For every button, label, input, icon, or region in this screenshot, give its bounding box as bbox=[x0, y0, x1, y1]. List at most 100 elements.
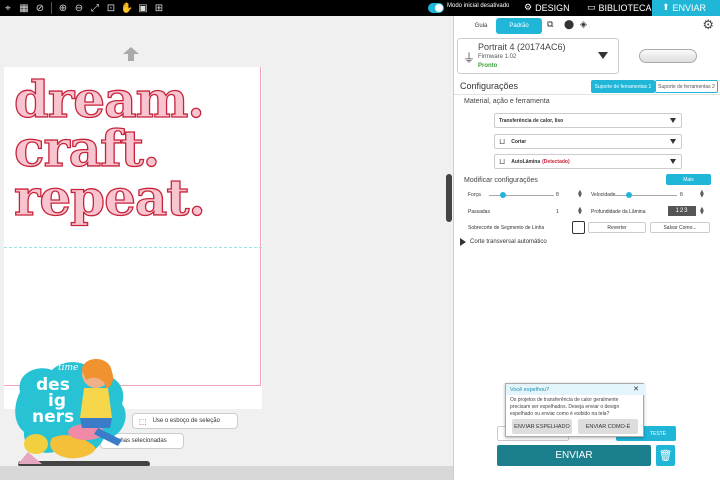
design-text-repeat[interactable]: repeat. bbox=[13, 172, 206, 223]
tool-icons: ⌖ ▦ ⊘ ⊕ ⊖ ⤢ ⊡ ✋ ▣ ⊞ bbox=[0, 0, 167, 16]
cut-by-layer-icon[interactable]: ◈ bbox=[580, 20, 587, 30]
material-value: Transferência de calor, liso bbox=[499, 117, 564, 124]
force-label: Força bbox=[468, 192, 481, 198]
cut-by-fill-icon[interactable]: ⬤ bbox=[564, 20, 574, 30]
material-heading: Material, ação e ferramenta bbox=[464, 98, 550, 105]
passes-label: Passadas bbox=[468, 209, 490, 215]
send-as-is-button[interactable]: ENVIAR COMO-É bbox=[578, 419, 638, 434]
logo-text-ners: ners bbox=[32, 407, 74, 427]
tool-dropdown[interactable]: ⊔ AutoLâmina (Detectado) bbox=[494, 154, 682, 169]
mirror-dialog-title: Você espelhou? bbox=[510, 387, 550, 393]
config-title: Configurações bbox=[460, 81, 519, 91]
design-text-dream[interactable]: dream. bbox=[13, 74, 205, 125]
device-name: Portrait 4 (20174AC6) bbox=[478, 42, 566, 52]
send-button[interactable]: ENVIAR bbox=[497, 445, 651, 466]
cut-border-right bbox=[260, 67, 261, 385]
chevron-down-icon bbox=[670, 159, 676, 164]
more-button[interactable]: Mais bbox=[666, 174, 711, 185]
material-dropdown[interactable]: Transferência de calor, liso bbox=[494, 113, 682, 128]
fit-page-icon[interactable]: ▣ bbox=[135, 0, 151, 16]
pan-hand-icon[interactable]: ✋ bbox=[119, 0, 135, 16]
save-as-button[interactable]: Salvar Como... bbox=[650, 222, 710, 233]
action-value: Cortar bbox=[511, 138, 527, 145]
speed-slider[interactable] bbox=[614, 195, 677, 196]
send-icon: ⬆ bbox=[662, 3, 670, 13]
cross-cut-label[interactable]: Corte transversal automático bbox=[470, 239, 547, 245]
speed-value[interactable]: 8 bbox=[680, 192, 683, 198]
mirror-dialog: Você espelhou? ✕ Os projetos de transfer… bbox=[505, 383, 645, 437]
mirror-dialog-text: Os projetos de transferência de calor ge… bbox=[510, 397, 620, 417]
tab-library-label: BIBLIOTECA bbox=[598, 3, 652, 13]
send-mirrored-button[interactable]: ENVIAR ESPELHADO bbox=[512, 419, 572, 434]
tool-status: (Detectado) bbox=[542, 158, 570, 165]
design-text-craft[interactable]: craft. bbox=[13, 123, 161, 174]
tool-holder-1-tab[interactable]: Suporte de ferramentas 1 bbox=[591, 80, 655, 93]
tool-value: AutoLâmina bbox=[511, 158, 541, 165]
force-value[interactable]: 8 bbox=[556, 192, 559, 198]
expand-icon[interactable]: ⊞ bbox=[151, 0, 167, 16]
top-toolbar: ⌖ ▦ ⊘ ⊕ ⊖ ⤢ ⊡ ✋ ▣ ⊞ Modo inicial desativ… bbox=[0, 0, 720, 16]
overcut-checkbox[interactable] bbox=[572, 221, 585, 234]
grid-icon[interactable]: ▦ bbox=[16, 0, 32, 16]
tab-design[interactable]: ⚙ DESIGN bbox=[521, 0, 570, 16]
tab-design-label: DESIGN bbox=[535, 3, 570, 13]
sketch-icon: ⬚ bbox=[139, 416, 147, 426]
blade-icon: ⊔ bbox=[499, 157, 506, 166]
library-icon: ▭ bbox=[587, 3, 596, 13]
no-grid-icon[interactable]: ⊘ bbox=[32, 0, 48, 16]
device-firmware: Firmware 1.02 bbox=[478, 54, 517, 60]
device-status: Pronto bbox=[478, 63, 498, 69]
crosshair-icon[interactable]: ⌖ bbox=[0, 0, 16, 16]
chevron-down-icon bbox=[670, 139, 676, 144]
speed-label: Velocidade bbox=[591, 192, 616, 198]
feed-up-arrow-icon[interactable] bbox=[123, 47, 139, 61]
force-stepper-icon[interactable]: ▲ ▼ bbox=[578, 190, 582, 199]
zoom-selection-icon[interactable]: ⊡ bbox=[103, 0, 119, 16]
depth-stepper-icon[interactable]: ▲ ▼ bbox=[700, 207, 704, 216]
blade-depth-display[interactable]: 123 bbox=[668, 206, 696, 216]
modify-heading: Modificar configurações bbox=[464, 177, 538, 184]
initial-mode-toggle[interactable] bbox=[428, 3, 444, 13]
force-slider-knob[interactable] bbox=[500, 192, 506, 198]
passes-value[interactable]: 1 bbox=[556, 209, 559, 215]
divider bbox=[454, 94, 720, 95]
blade-icon: ⊔ bbox=[499, 137, 506, 146]
zoom-in-icon[interactable]: ⊕ bbox=[55, 0, 71, 16]
blade-depth-label: Profundidade da Lâmina bbox=[591, 209, 646, 215]
zoom-fit-icon[interactable]: ⤢ bbox=[87, 0, 103, 16]
logo-text-time: time bbox=[58, 363, 78, 373]
time-designers-logo: time des ig ners bbox=[12, 352, 134, 464]
expand-triangle-icon[interactable] bbox=[460, 238, 466, 246]
chevron-down-icon bbox=[598, 52, 608, 59]
sketch-selection-label: Use o esboço de seleção bbox=[152, 418, 220, 424]
overcut-label: Sobrecorte de Segmento de Linha bbox=[468, 225, 545, 231]
toolbar-divider bbox=[51, 2, 52, 14]
chevron-down-icon bbox=[670, 118, 676, 123]
trash-icon[interactable]: 🗑 bbox=[656, 445, 675, 466]
machine-image bbox=[639, 49, 697, 63]
revert-button[interactable]: Reverter bbox=[588, 222, 646, 233]
zoom-out-icon[interactable]: ⊖ bbox=[71, 0, 87, 16]
usb-icon: ⏚ bbox=[463, 51, 476, 65]
vertical-scrollbar[interactable] bbox=[446, 174, 452, 222]
tab-send[interactable]: ⬆ ENVIAR bbox=[652, 0, 720, 16]
design-icon: ⚙ bbox=[524, 3, 533, 13]
cut-by-line-icon[interactable]: ⧉ bbox=[547, 20, 553, 30]
close-icon[interactable]: ✕ bbox=[633, 385, 639, 393]
passes-stepper-icon[interactable]: ▲ ▼ bbox=[578, 207, 582, 216]
mode-standard-tab[interactable]: Padrão bbox=[496, 18, 542, 34]
app-window: ⌖ ▦ ⊘ ⊕ ⊖ ⤢ ⊡ ✋ ▣ ⊞ Modo inicial desativ… bbox=[0, 0, 720, 480]
speed-slider-knob[interactable] bbox=[626, 192, 632, 198]
tool-holder-2-tab[interactable]: Suporte de ferramentas 2 bbox=[655, 80, 718, 93]
speed-stepper-icon[interactable]: ▲ ▼ bbox=[700, 190, 704, 199]
device-selector[interactable]: ⏚ Portrait 4 (20174AC6) Firmware 1.02 Pr… bbox=[457, 38, 619, 74]
force-slider[interactable] bbox=[489, 195, 554, 196]
page-break-line bbox=[4, 247, 262, 248]
gear-icon[interactable]: ⚙ bbox=[702, 18, 714, 33]
tab-send-label: ENVIAR bbox=[672, 3, 707, 13]
initial-mode-label: Modo inicial desativado bbox=[447, 3, 510, 9]
action-dropdown[interactable]: ⊔ Cortar bbox=[494, 134, 682, 149]
mode-guide-tab[interactable]: Guia bbox=[466, 18, 496, 34]
tab-library[interactable]: ▭ BIBLIOTECA bbox=[585, 0, 652, 16]
sketch-selection-option[interactable]: ⬚ Use o esboço de seleção bbox=[132, 413, 238, 429]
